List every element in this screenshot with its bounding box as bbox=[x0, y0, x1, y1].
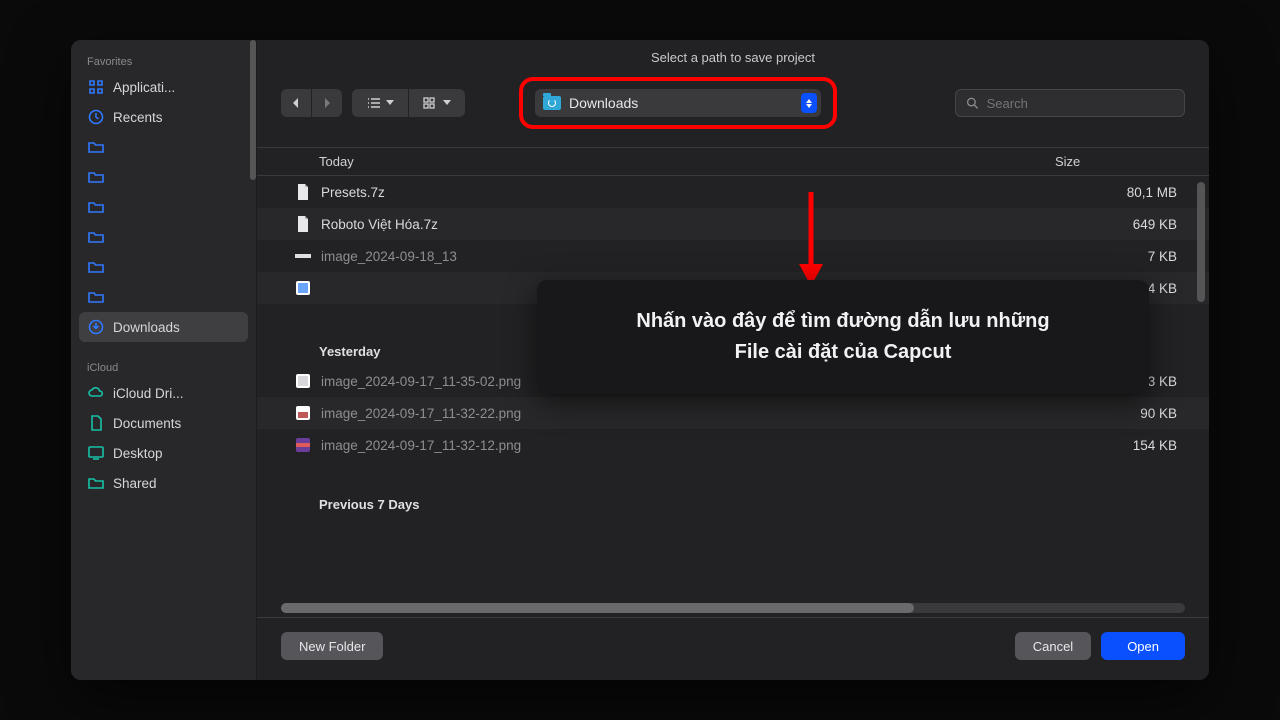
column-name-header[interactable]: Today bbox=[281, 154, 1055, 169]
file-size: 90 KB bbox=[1055, 406, 1185, 421]
file-name: Roboto Việt Hóa.7z bbox=[321, 217, 1055, 232]
group-view-button[interactable] bbox=[409, 89, 465, 117]
shared-folder-icon bbox=[87, 474, 105, 492]
sidebar-item-desktop[interactable]: Desktop bbox=[71, 438, 256, 468]
bottom-bar: New Folder Cancel Open bbox=[257, 617, 1209, 680]
file-icon bbox=[295, 216, 311, 232]
desktop-icon bbox=[87, 444, 105, 462]
horizontal-scrollbar[interactable] bbox=[281, 603, 1185, 613]
view-button-group bbox=[352, 89, 465, 117]
column-header: Today Size bbox=[257, 147, 1209, 176]
path-selector[interactable]: Downloads bbox=[535, 89, 821, 117]
sidebar-item-label: Applicati... bbox=[113, 80, 175, 95]
annotation-highlight-box: Downloads bbox=[519, 77, 837, 129]
image-icon bbox=[295, 373, 311, 389]
downloads-folder-icon bbox=[543, 96, 561, 110]
file-name: image_2024-09-18_13 bbox=[321, 249, 1055, 264]
doc-icon bbox=[87, 414, 105, 432]
open-button[interactable]: Open bbox=[1101, 632, 1185, 660]
cancel-button[interactable]: Cancel bbox=[1015, 632, 1091, 660]
sidebar-item-icloud-drive[interactable]: iCloud Dri... bbox=[71, 378, 256, 408]
file-name: Presets.7z bbox=[321, 185, 1055, 200]
folder-icon bbox=[87, 258, 105, 276]
file-size: 80,1 MB bbox=[1055, 185, 1185, 200]
sidebar-item-recents[interactable]: Recents bbox=[71, 102, 256, 132]
file-name: image_2024-09-17_11-32-12.png bbox=[321, 438, 1055, 453]
sidebar-item-folder[interactable] bbox=[71, 162, 256, 192]
image-icon bbox=[295, 248, 311, 264]
sidebar-item-applications[interactable]: Applicati... bbox=[71, 72, 256, 102]
annotation-text-line1: Nhấn vào đây để tìm đường dẫn lưu những bbox=[565, 306, 1121, 337]
file-size: 649 KB bbox=[1055, 217, 1185, 232]
sidebar-item-folder[interactable] bbox=[71, 252, 256, 282]
sidebar-item-folder[interactable] bbox=[71, 192, 256, 222]
file-size: 7 KB bbox=[1055, 249, 1185, 264]
file-icon bbox=[295, 184, 311, 200]
annotation-text-line2: File cài đặt của Capcut bbox=[565, 337, 1121, 368]
file-list-scrollbar[interactable] bbox=[1197, 182, 1205, 302]
clock-icon bbox=[87, 108, 105, 126]
sidebar-item-label: iCloud Dri... bbox=[113, 386, 184, 401]
sidebar-item-label: Downloads bbox=[113, 320, 180, 335]
sidebar: Favorites Applicati... Recents bbox=[71, 40, 257, 680]
file-row[interactable]: Presets.7z 80,1 MB bbox=[257, 176, 1209, 208]
sidebar-item-folder[interactable] bbox=[71, 222, 256, 252]
search-input[interactable] bbox=[987, 96, 1174, 111]
folder-icon bbox=[87, 138, 105, 156]
nav-button-group bbox=[281, 89, 342, 117]
folder-icon bbox=[87, 168, 105, 186]
sidebar-item-folder[interactable] bbox=[71, 282, 256, 312]
sidebar-item-shared[interactable]: Shared bbox=[71, 468, 256, 498]
save-dialog-window: Favorites Applicati... Recents bbox=[71, 40, 1209, 680]
file-name: image_2024-09-17_11-32-22.png bbox=[321, 406, 1055, 421]
sidebar-item-label: Documents bbox=[113, 416, 181, 431]
new-folder-button[interactable]: New Folder bbox=[281, 632, 383, 660]
image-icon bbox=[295, 280, 311, 296]
sidebar-item-label: Shared bbox=[113, 476, 157, 491]
sidebar-heading-favorites: Favorites bbox=[71, 50, 256, 72]
download-icon bbox=[87, 318, 105, 336]
folder-icon bbox=[87, 228, 105, 246]
file-row[interactable]: image_2024-09-17_11-32-22.png 90 KB bbox=[257, 397, 1209, 429]
list-view-button[interactable] bbox=[352, 89, 408, 117]
sidebar-scrollbar[interactable] bbox=[250, 40, 256, 180]
group-label-previous: Previous 7 Days bbox=[257, 483, 1209, 518]
file-row[interactable]: image_2024-09-18_13 7 KB bbox=[257, 240, 1209, 272]
sidebar-item-documents[interactable]: Documents bbox=[71, 408, 256, 438]
file-row[interactable]: Roboto Việt Hóa.7z 649 KB bbox=[257, 208, 1209, 240]
path-selector-label: Downloads bbox=[569, 95, 793, 111]
sidebar-item-label: Desktop bbox=[113, 446, 163, 461]
toolbar: Downloads bbox=[257, 77, 1209, 147]
file-size: 154 KB bbox=[1055, 438, 1185, 453]
updown-arrows-icon bbox=[801, 93, 817, 113]
search-field[interactable] bbox=[955, 89, 1185, 117]
forward-button[interactable] bbox=[312, 89, 342, 117]
folder-icon bbox=[87, 198, 105, 216]
file-row[interactable]: image_2024-09-17_11-32-12.png 154 KB bbox=[257, 429, 1209, 461]
column-size-header[interactable]: Size bbox=[1055, 154, 1185, 169]
search-icon bbox=[966, 96, 979, 110]
cloud-icon bbox=[87, 384, 105, 402]
folder-icon bbox=[87, 288, 105, 306]
window-title: Select a path to save project bbox=[257, 40, 1209, 77]
sidebar-heading-icloud: iCloud bbox=[71, 356, 256, 378]
sidebar-item-downloads[interactable]: Downloads bbox=[79, 312, 248, 342]
image-icon bbox=[295, 437, 311, 453]
annotation-callout: Nhấn vào đây để tìm đường dẫn lưu những … bbox=[537, 280, 1149, 394]
sidebar-item-folder[interactable] bbox=[71, 132, 256, 162]
sidebar-item-label: Recents bbox=[113, 110, 163, 125]
image-icon bbox=[295, 405, 311, 421]
back-button[interactable] bbox=[281, 89, 311, 117]
apps-icon bbox=[87, 78, 105, 96]
